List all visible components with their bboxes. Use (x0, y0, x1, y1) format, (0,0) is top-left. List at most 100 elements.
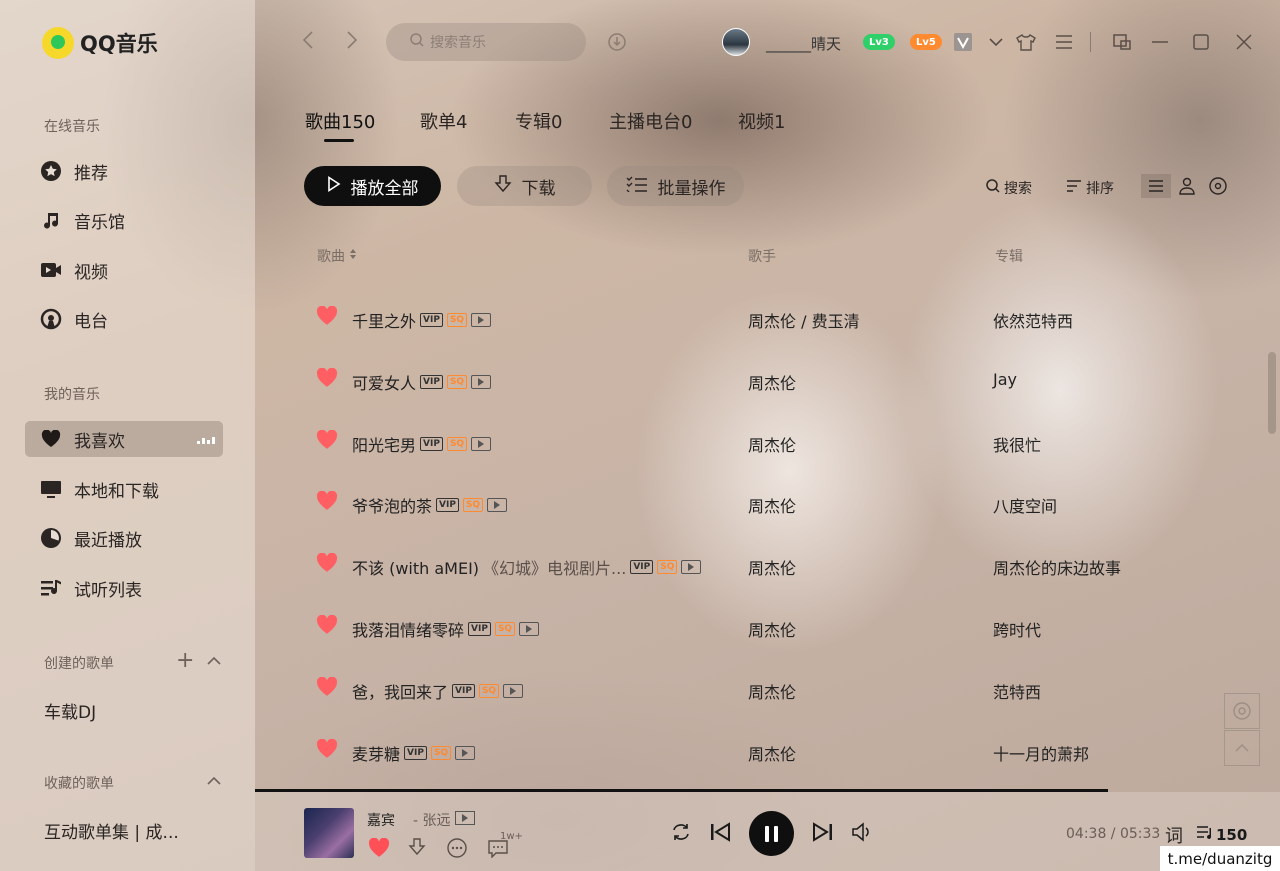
song-album[interactable]: 八度空间 (993, 493, 1057, 517)
level-badge-green[interactable]: Lv3 (863, 34, 895, 50)
play-queue-button[interactable]: 150 (1196, 825, 1247, 845)
forward-arrow-icon[interactable] (346, 30, 358, 55)
song-title[interactable]: 我落泪情绪零碎 (352, 617, 464, 641)
back-arrow-icon[interactable] (302, 30, 314, 55)
sidebar-item-trial-list[interactable]: 试听列表 (40, 570, 142, 606)
liked-heart-icon[interactable] (316, 429, 338, 455)
vip-v-icon[interactable] (954, 33, 972, 51)
sidebar-item-recommend[interactable]: 推荐 (40, 153, 108, 189)
song-album[interactable]: 依然范特西 (993, 308, 1073, 332)
liked-heart-icon[interactable] (316, 367, 338, 393)
song-artist[interactable]: 周杰伦 (748, 741, 796, 765)
close-icon[interactable] (1230, 28, 1258, 56)
song-title-cell[interactable]: 麦芽糖 VIP SQ (352, 741, 476, 765)
song-title-cell[interactable]: 爸，我回来了 VIP SQ (352, 679, 524, 703)
song-title-cell[interactable]: 爷爷泡的茶 VIP SQ (352, 493, 508, 517)
song-title-cell[interactable]: 我落泪情绪零碎 VIP SQ (352, 617, 540, 641)
tab-videos[interactable]: 视频1 (738, 108, 785, 134)
album-view-icon[interactable] (1209, 177, 1227, 199)
mv-icon[interactable] (455, 746, 476, 760)
play-all-button[interactable]: 播放全部 (304, 166, 441, 206)
song-album[interactable]: 我很忙 (993, 432, 1041, 456)
chevron-down-icon[interactable] (982, 28, 1010, 56)
liked-heart-icon[interactable] (316, 305, 338, 331)
song-album[interactable]: 范特西 (993, 679, 1041, 703)
song-album[interactable]: Jay (993, 370, 1017, 389)
song-title[interactable]: 千里之外 (352, 308, 416, 332)
user-avatar[interactable] (722, 28, 750, 56)
now-playing-title[interactable]: 嘉宾 (367, 810, 395, 830)
artist-view-icon[interactable] (1178, 177, 1196, 199)
sidebar-item-music-hall[interactable]: 音乐馆 (40, 202, 125, 238)
tab-songs[interactable]: 歌曲150 (305, 108, 375, 134)
maximize-icon[interactable] (1187, 28, 1215, 56)
menu-icon[interactable] (1050, 28, 1078, 56)
sidebar-item-radio[interactable]: 电台 (40, 301, 108, 337)
collapse-created-icon[interactable] (206, 652, 222, 671)
song-artist[interactable]: 周杰伦 (748, 555, 796, 579)
lyrics-button[interactable]: 词 (1165, 822, 1183, 848)
mv-icon[interactable] (487, 498, 508, 512)
playlist-item-car-dj[interactable]: 车载DJ (44, 698, 96, 723)
liked-heart-icon[interactable] (316, 738, 338, 764)
voice-search-icon[interactable] (607, 32, 627, 56)
back-to-top-icon[interactable] (1224, 730, 1260, 766)
sort-button[interactable]: 排序 (1066, 178, 1114, 198)
batch-operation-button[interactable]: 批量操作 (607, 166, 744, 206)
now-playing-cover[interactable] (304, 808, 354, 858)
mv-icon[interactable] (519, 622, 540, 636)
mv-icon[interactable] (455, 811, 475, 825)
tab-playlists[interactable]: 歌单4 (420, 108, 467, 134)
song-title-cell[interactable]: 不该 (with aMEI) 《幻城》电视剧片... VIP SQ (352, 555, 702, 579)
skin-shirt-icon[interactable] (1012, 28, 1040, 56)
app-logo[interactable]: QQ音乐 (42, 27, 158, 59)
mv-icon[interactable] (471, 437, 492, 451)
song-artist[interactable]: 周杰伦 (748, 679, 796, 703)
song-title[interactable]: 阳光宅男 (352, 432, 416, 456)
liked-heart-icon[interactable] (316, 552, 338, 578)
mv-icon[interactable] (503, 684, 524, 698)
scrollbar[interactable] (1268, 352, 1276, 434)
liked-heart-icon[interactable] (316, 676, 338, 702)
pause-button[interactable] (749, 811, 794, 856)
song-album[interactable]: 周杰伦的床边故事 (993, 555, 1121, 579)
song-title-cell[interactable]: 可爱女人 VIP SQ (352, 370, 492, 394)
mini-mode-icon[interactable] (1108, 28, 1136, 56)
song-title[interactable]: 不该 (with aMEI) (352, 555, 479, 579)
tab-albums[interactable]: 专辑0 (515, 108, 562, 134)
mv-icon[interactable] (471, 375, 492, 389)
song-artist[interactable]: 周杰伦 / 费玉清 (748, 308, 860, 332)
mv-icon[interactable] (681, 560, 702, 574)
song-title-cell[interactable]: 阳光宅男 VIP SQ (352, 432, 492, 456)
download-icon[interactable] (408, 838, 426, 861)
sidebar-item-recent[interactable]: 最近播放 (40, 520, 142, 556)
liked-heart-icon[interactable] (316, 490, 338, 516)
liked-heart-icon[interactable] (368, 837, 390, 863)
repeat-mode-icon[interactable] (670, 822, 692, 847)
username[interactable]: ______晴天 (766, 33, 841, 54)
song-title[interactable]: 爸，我回来了 (352, 679, 448, 703)
level-badge-orange[interactable]: Lv5 (910, 34, 942, 50)
playlist-item-interactive[interactable]: 互动歌单集 | 成... (44, 818, 179, 843)
song-artist[interactable]: 周杰伦 (748, 432, 796, 456)
search-input[interactable]: 搜索音乐 (386, 23, 586, 61)
minimize-icon[interactable] (1146, 28, 1174, 56)
download-button[interactable]: 下载 (457, 166, 592, 206)
song-title[interactable]: 麦芽糖 (352, 741, 400, 765)
song-artist[interactable]: 周杰伦 (748, 617, 796, 641)
song-artist[interactable]: 周杰伦 (748, 370, 796, 394)
previous-track-icon[interactable] (710, 822, 730, 847)
song-title[interactable]: 可爱女人 (352, 370, 416, 394)
song-title-cell[interactable]: 千里之外 VIP SQ (352, 308, 492, 332)
next-track-icon[interactable] (813, 822, 833, 847)
now-playing-artist[interactable]: - 张远 (413, 810, 451, 830)
song-album[interactable]: 十一月的萧邦 (993, 741, 1089, 765)
sidebar-item-favorites[interactable]: 我喜欢 (25, 421, 223, 457)
tab-radio-hosts[interactable]: 主播电台0 (609, 108, 692, 134)
list-search-button[interactable]: 搜索 (986, 178, 1032, 198)
song-album[interactable]: 跨时代 (993, 617, 1041, 641)
mv-icon[interactable] (471, 313, 492, 327)
collapse-collected-icon[interactable] (206, 772, 222, 791)
add-playlist-icon[interactable]: + (176, 648, 194, 673)
sidebar-item-local-download[interactable]: 本地和下载 (40, 471, 159, 507)
